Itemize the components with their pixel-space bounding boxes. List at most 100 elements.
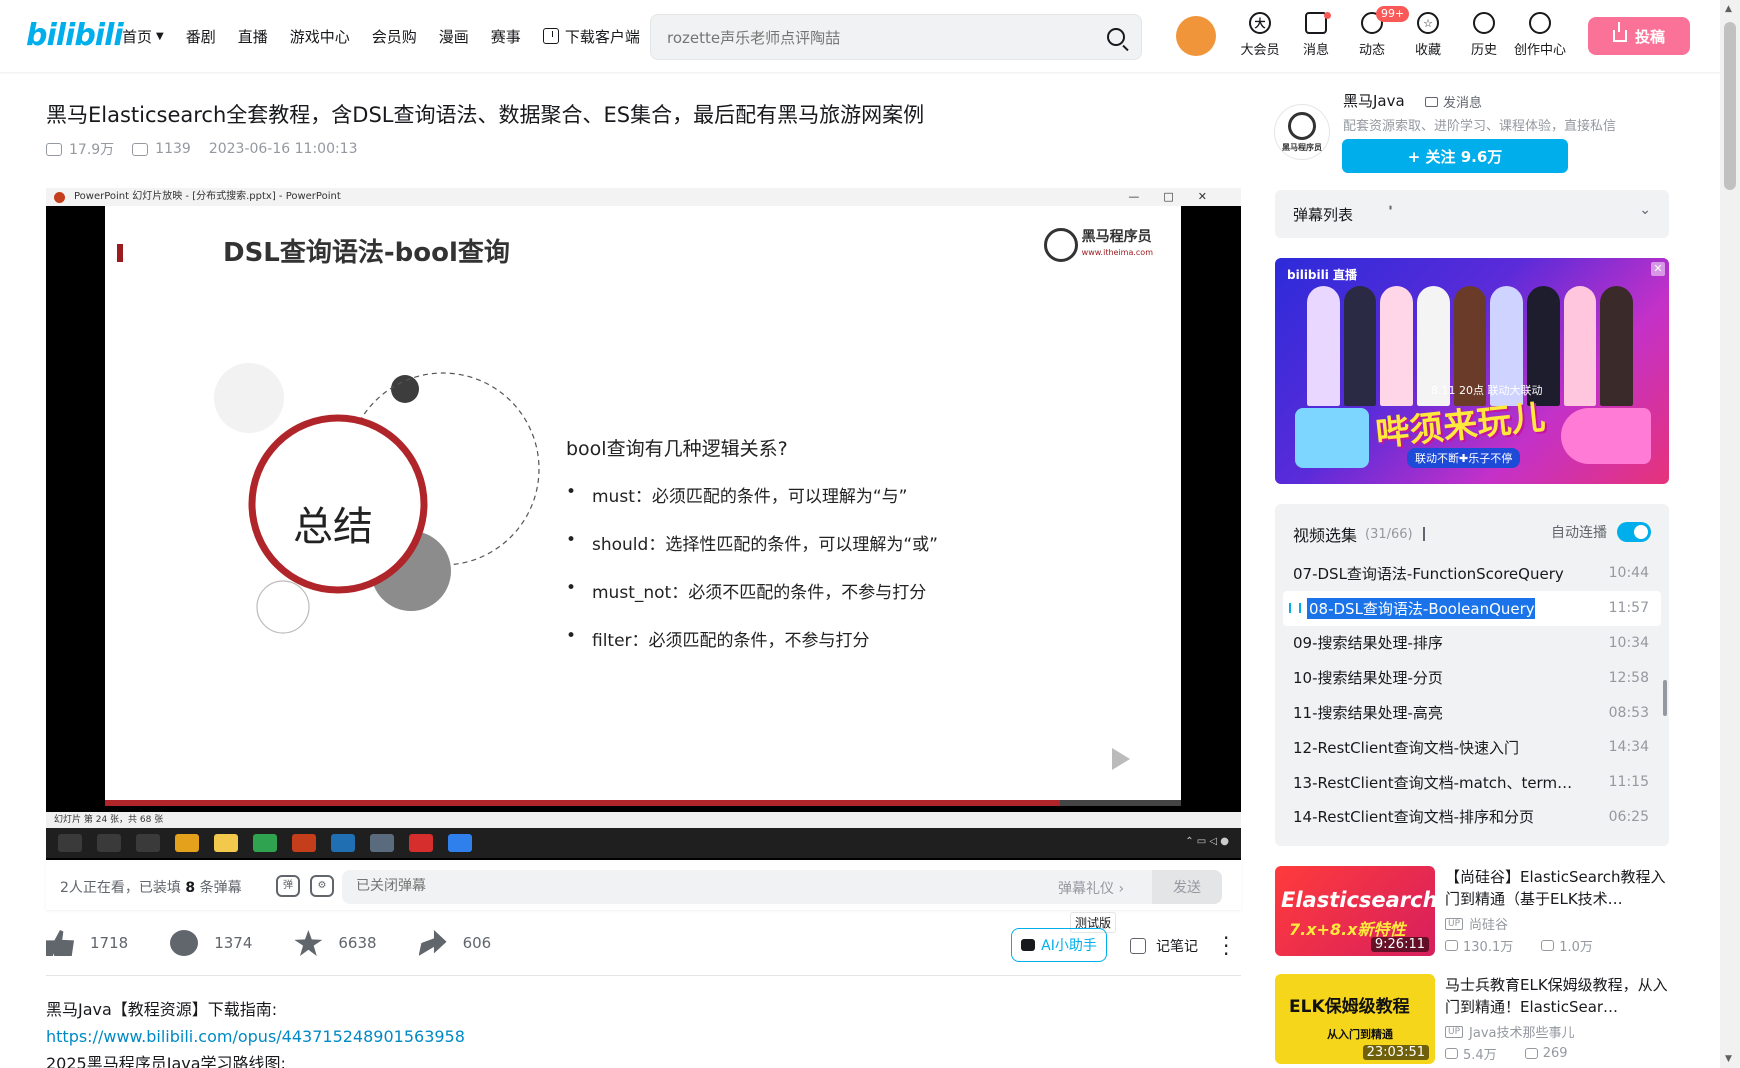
coin-button[interactable]: 1374 <box>170 930 252 956</box>
play-button[interactable] <box>1090 735 1148 783</box>
nav-live[interactable]: 直播 <box>238 26 268 47</box>
desc-link[interactable]: https://www.bilibili.com/opus/4437152489… <box>46 1023 465 1050</box>
slide-bullets: • must：必须匹配的条件，可以理解为“与” • should：选择性匹配的条件，… <box>566 482 938 674</box>
nav-manga[interactable]: 漫画 <box>439 26 469 47</box>
header-history[interactable]: 历史 <box>1456 12 1512 58</box>
nav-home[interactable]: 首页 ▼ <box>122 26 164 47</box>
header-icon-label: 创作中心 <box>1513 43 1566 58</box>
thumbnail-text: Elasticsearch <box>1281 888 1435 912</box>
powerpoint-icon <box>54 192 65 203</box>
header-message[interactable]: 消息 <box>1288 12 1344 58</box>
send-button[interactable]: 发送 <box>1152 870 1222 904</box>
slide-progress-fill <box>105 800 1061 806</box>
header-dynamic[interactable]: 99+ 动态 <box>1344 6 1410 58</box>
share-count: 606 <box>462 934 492 952</box>
uploader-name[interactable]: 黑马Java <box>1343 90 1405 111</box>
header-favorite[interactable]: ☆ 收藏 <box>1400 12 1456 58</box>
view-count-value: 5.4万 <box>1463 1048 1497 1063</box>
nav-label: 漫画 <box>438 27 469 46</box>
uploader-avatar[interactable]: 黑马程序员 <box>1274 104 1330 160</box>
danmaku-etiquette-link[interactable]: 弹幕礼仪 › <box>1058 878 1124 898</box>
recommended-title[interactable]: 【尚硅谷】ElasticSearch教程入门到精通（基于ELK技术… <box>1445 866 1671 910</box>
close-icon[interactable]: ✕ <box>1651 262 1665 276</box>
nav-game-center[interactable]: 游戏中心 <box>290 26 350 47</box>
slide-question: bool查询有几种逻辑关系? <box>566 438 788 460</box>
recommended-video[interactable]: Elasticsearch 7.x+8.x新特性 9:26:11 【尚硅谷】El… <box>1275 866 1675 958</box>
favorite-button[interactable]: 6638 <box>294 930 377 956</box>
scroll-down-icon[interactable]: ▼ <box>1725 1054 1732 1064</box>
outline-circle <box>256 580 310 634</box>
avatar[interactable] <box>1176 16 1216 56</box>
chevron-down-icon[interactable]: ⌄ <box>1639 202 1651 218</box>
upload-button[interactable]: 投稿 <box>1588 17 1690 55</box>
list-item[interactable]: 10-搜索结果处理-分页 12:58 <box>1283 660 1661 695</box>
header-creator[interactable]: 创作中心 <box>1512 12 1568 58</box>
recommended-video[interactable]: ELK保姆级教程 从入门到精通 23:03:51 马士兵教育ELK保姆级教程，从… <box>1275 974 1675 1066</box>
playlist-items: 07-DSL查询语法-FunctionScoreQuery 10:44 08-DS… <box>1283 556 1661 834</box>
nav-anime[interactable]: 番剧 <box>186 26 216 47</box>
danmaku-count: 1139 <box>132 141 191 157</box>
list-item[interactable]: 11-搜索结果处理-高亮 08:53 <box>1283 695 1661 730</box>
banner-label: bilibili 直播 <box>1287 268 1358 282</box>
search-icon[interactable] <box>1107 28 1125 46</box>
list-view-icon[interactable] <box>1422 527 1437 541</box>
list-item[interactable]: 12-RestClient查询文档-快速入门 14:34 <box>1283 730 1661 765</box>
episode-name: 07-DSL查询语法-FunctionScoreQuery <box>1293 564 1564 583</box>
recommended-author[interactable]: UP 尚硅谷 <box>1445 914 1508 933</box>
video-thumbnail[interactable]: Elasticsearch 7.x+8.x新特性 9:26:11 <box>1275 866 1435 956</box>
viewer-text: 2人正在看，已装填 <box>60 880 181 896</box>
autoplay-control: 自动连播 <box>1551 522 1651 542</box>
list-item[interactable]: 09-搜索结果处理-排序 10:34 <box>1283 626 1661 661</box>
nav-label: 会员购 <box>371 27 417 46</box>
video-thumbnail[interactable]: ELK保姆级教程 从入门到精通 23:03:51 <box>1275 974 1435 1064</box>
autoplay-toggle[interactable] <box>1617 522 1651 542</box>
send-message-link[interactable]: 发消息 <box>1425 92 1482 111</box>
list-item[interactable]: 14-RestClient查询文档-排序和分页 06:25 <box>1283 800 1661 835</box>
live-event-banner[interactable]: bilibili 直播 8.11 20点 联动大联动 哔须来玩儿 联动不断✚乐子… <box>1275 258 1669 484</box>
nav-label: 赛事 <box>490 27 521 46</box>
scrollbar-thumb[interactable] <box>1724 22 1736 190</box>
recommended-title[interactable]: 马士兵教育ELK保姆级教程，从入门到精通！ElasticSear… <box>1445 974 1671 1018</box>
like-button[interactable]: 1718 <box>46 930 128 956</box>
playlist-scrollbar[interactable] <box>1663 680 1667 716</box>
nav-esports[interactable]: 赛事 <box>491 26 521 47</box>
danmaku-settings-icon[interactable]: ⚙ <box>310 875 334 897</box>
search-icon <box>97 834 121 852</box>
speaker-art <box>1295 408 1369 468</box>
scroll-up-icon[interactable]: ▲ <box>1725 4 1732 14</box>
vip-icon: 大 <box>1249 12 1271 34</box>
list-item[interactable]: 07-DSL查询语法-FunctionScoreQuery 10:44 <box>1283 556 1661 591</box>
more-icon[interactable]: ··· <box>1223 928 1231 964</box>
view-stat: 130.1万 <box>1445 936 1527 955</box>
follow-button[interactable]: + 关注 9.6万 <box>1342 139 1568 173</box>
ai-assistant-button[interactable]: AI小助手 <box>1011 928 1107 962</box>
note-button[interactable]: 记笔记 <box>1130 936 1198 956</box>
episode-duration: 11:57 <box>1608 600 1649 617</box>
bullet-item: • must_not：必须不匹配的条件，不参与打分 <box>566 578 938 626</box>
bullet-text: filter：必须匹配的条件，不参与打分 <box>592 631 870 651</box>
divider <box>46 975 1241 976</box>
more-icon[interactable]: ··· <box>1381 204 1400 207</box>
bullet-text: should：选择性匹配的条件，可以理解为“或” <box>592 535 938 555</box>
video-player[interactable]: PowerPoint 幻灯片放映 - [分布式搜索.pptx] - PowerP… <box>46 188 1241 860</box>
bullet-mark: • <box>566 482 577 502</box>
banner-subtitle: 联动不断✚乐子不停 <box>1407 448 1521 468</box>
danmaku-list-panel[interactable]: 弹幕列表 ··· ⌄ <box>1275 190 1669 238</box>
list-item[interactable]: 13-RestClient查询文档-match、term… 11:15 <box>1283 765 1661 800</box>
nav-shop[interactable]: 会员购 <box>372 26 417 47</box>
bilibili-logo[interactable]: bilibili <box>26 18 124 53</box>
search-input[interactable] <box>667 27 1087 49</box>
app-icon <box>331 834 355 852</box>
page-scrollbar[interactable]: ▲ ▼ <box>1720 0 1740 1068</box>
list-item-active[interactable]: 08-DSL查询语法-BooleanQuery 11:57 <box>1283 590 1661 626</box>
window-title: PowerPoint 幻灯片放映 - [分布式搜索.pptx] - PowerP… <box>74 191 341 202</box>
nav-label: 番剧 <box>185 27 216 46</box>
nav-download-client[interactable]: 下载客户端 <box>542 26 640 47</box>
header-vip[interactable]: 大大会员 <box>1232 12 1288 58</box>
logo-text: 黑马程序员 www.itheima.com <box>1082 230 1153 260</box>
recommended-author[interactable]: UP Java技术那些事儿 <box>1445 1022 1574 1041</box>
active-left: 08-DSL查询语法-BooleanQuery <box>1289 597 1535 619</box>
danmaku-input[interactable] <box>356 878 956 894</box>
share-button[interactable]: 606 <box>418 930 492 956</box>
danmaku-toggle-icon[interactable]: 弹 <box>276 875 300 897</box>
